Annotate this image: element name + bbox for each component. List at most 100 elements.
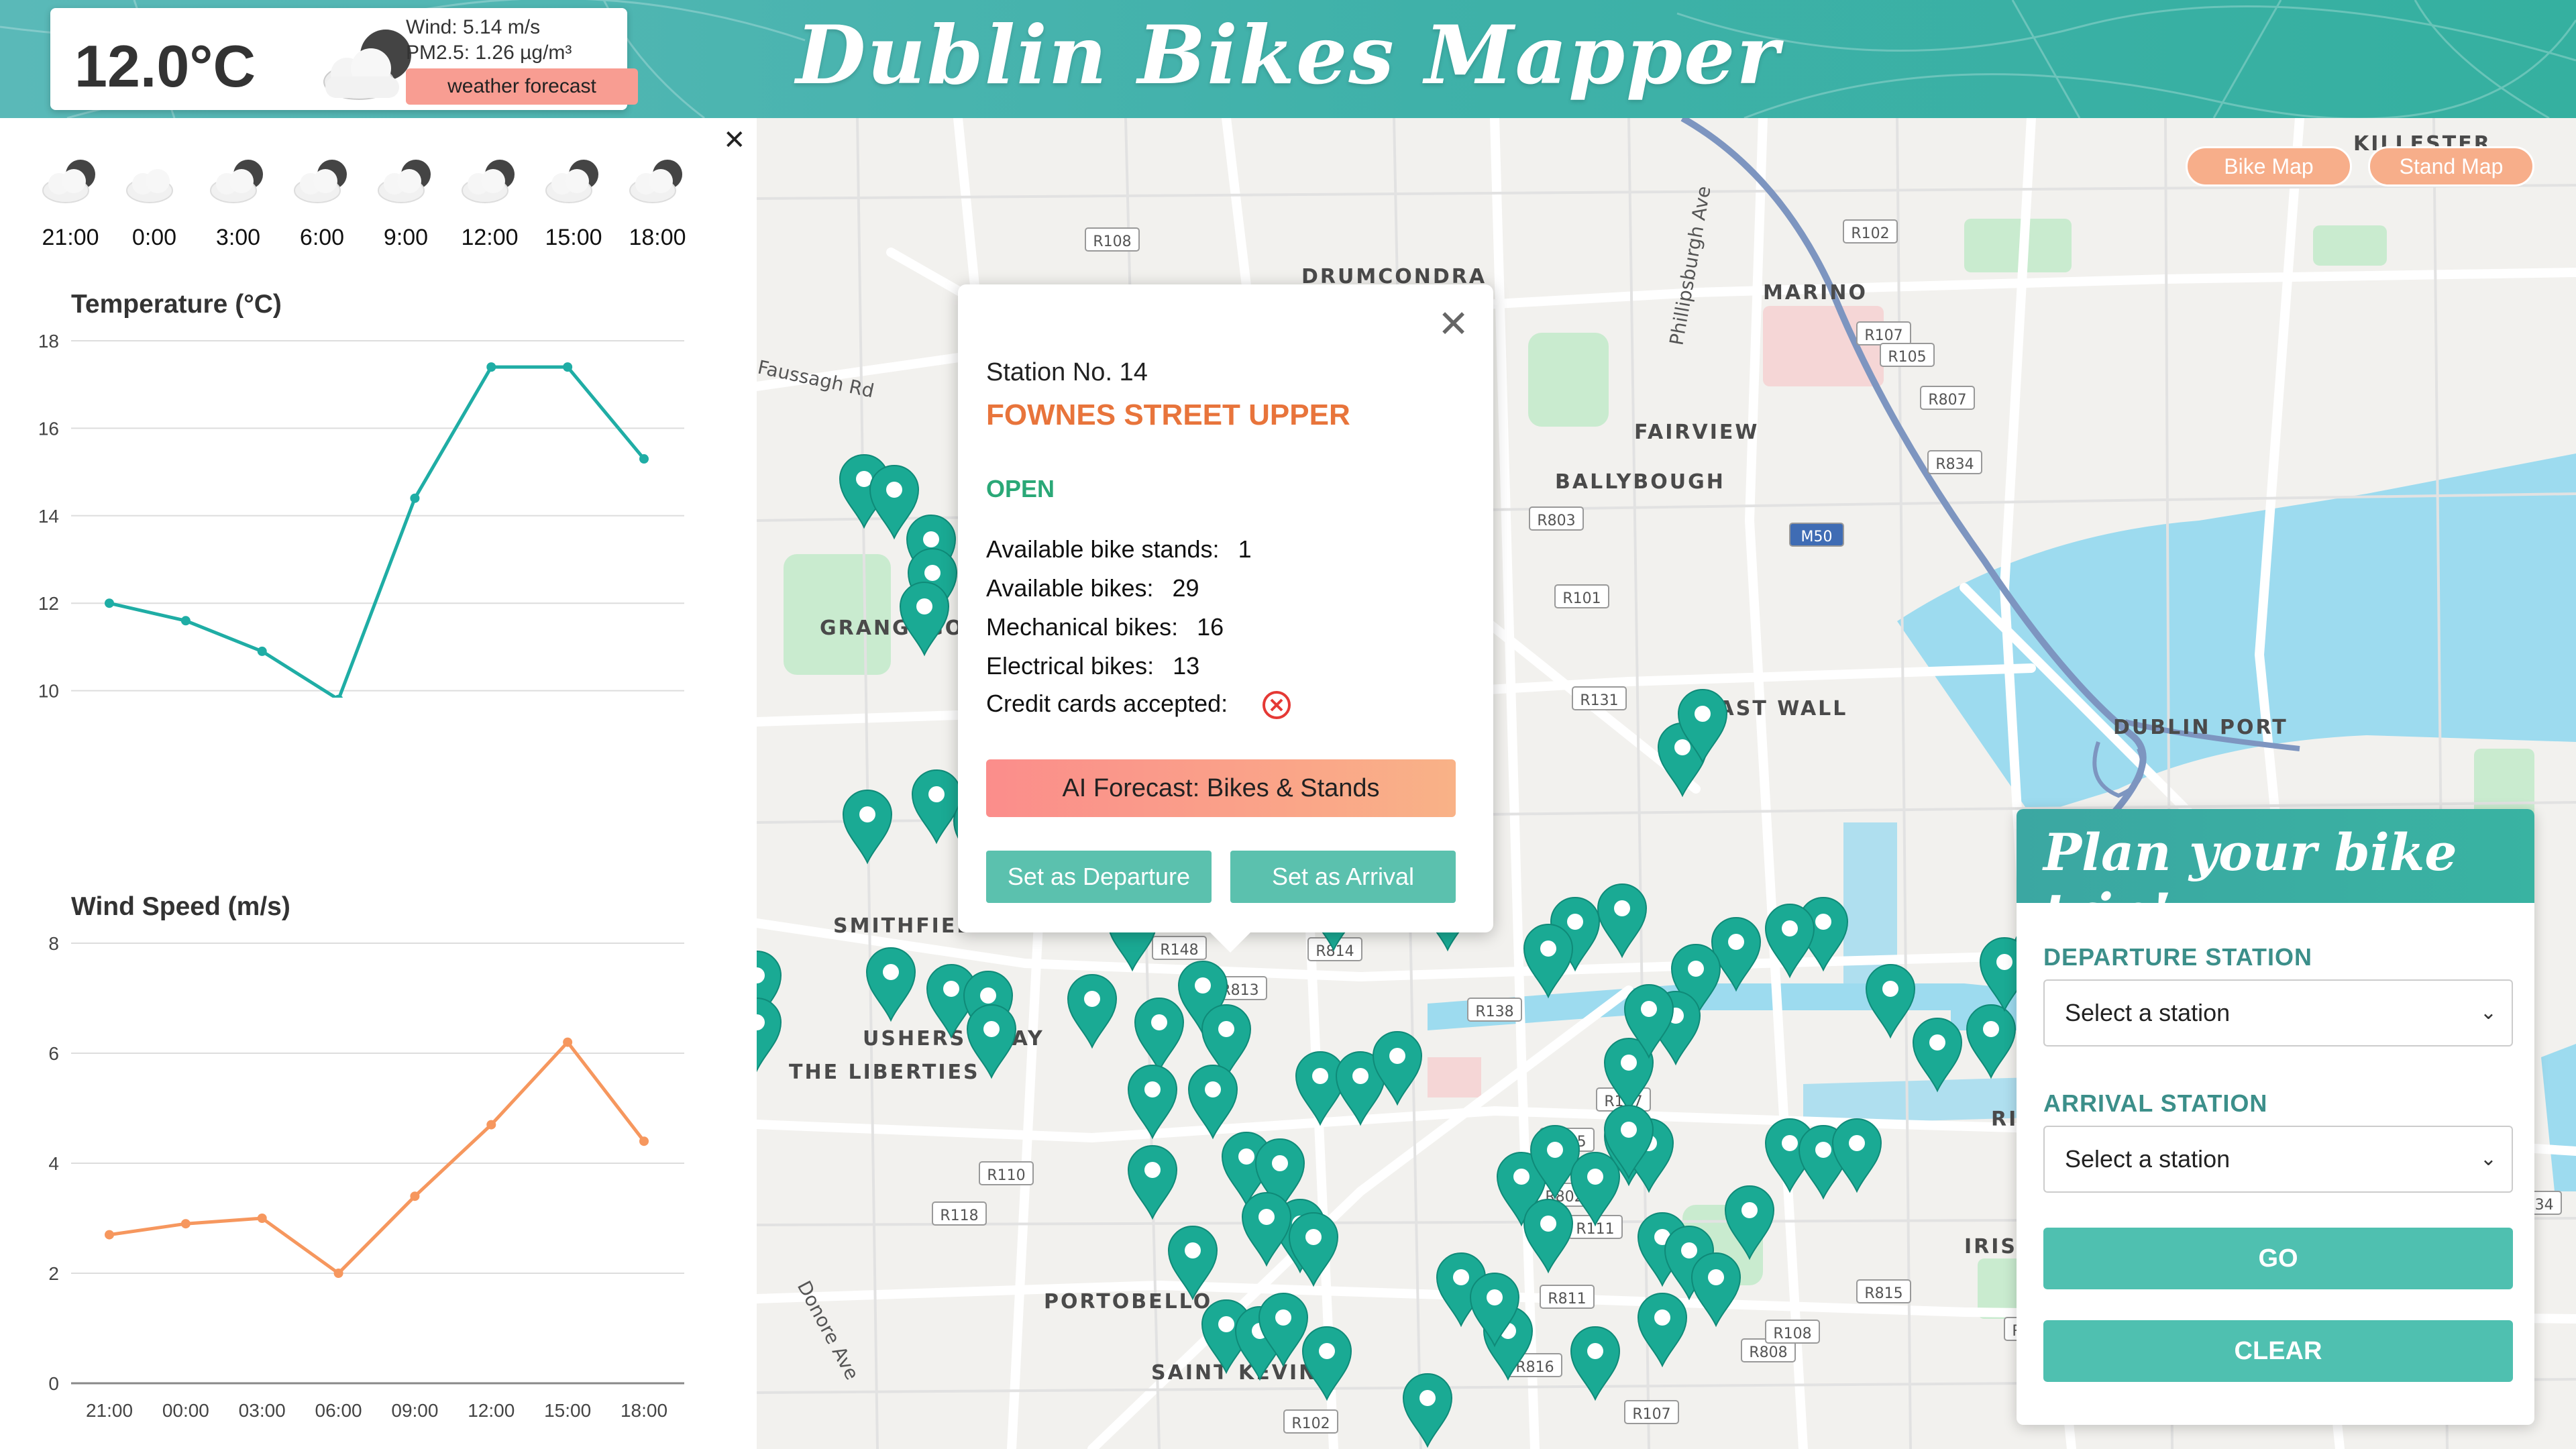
station-marker[interactable]: [1288, 1212, 1339, 1287]
y-tick-label: 14: [38, 506, 59, 527]
x-tick-label: 21:00: [86, 1400, 133, 1421]
set-arrival-button[interactable]: Set as Arrival: [1230, 851, 1456, 903]
data-point[interactable]: [563, 362, 573, 372]
departure-label: DEPARTURE STATION: [2043, 943, 2312, 971]
stand-map-toggle[interactable]: Stand Map: [2368, 146, 2534, 186]
info-row-mechanical: Mechanical bikes: 16: [986, 613, 1224, 641]
pm25-readout: PM2.5: 1.26 µg/m³: [406, 42, 572, 64]
station-marker[interactable]: [1301, 1326, 1352, 1401]
station-marker[interactable]: [1711, 917, 1762, 992]
ai-forecast-button[interactable]: AI Forecast: Bikes & Stands: [986, 759, 1456, 817]
row-label: Electrical bikes:: [986, 652, 1155, 680]
close-icon[interactable]: ✕: [1438, 302, 1469, 346]
data-point[interactable]: [333, 1269, 343, 1278]
y-tick-label: 10: [38, 681, 59, 698]
arrival-label: ARRIVAL STATION: [2043, 1089, 2268, 1117]
station-number: Station No. 14: [986, 358, 1148, 386]
x-tick-label: 09:00: [391, 1400, 438, 1421]
station-marker[interactable]: [1134, 998, 1185, 1073]
data-point[interactable]: [410, 1191, 420, 1201]
y-tick-label: 2: [48, 1263, 59, 1284]
row-label: Credit cards accepted:: [986, 690, 1228, 717]
station-marker[interactable]: [1523, 924, 1574, 999]
info-row-credit: Credit cards accepted:: [986, 690, 1292, 720]
x-tick-label: 00:00: [162, 1400, 209, 1421]
arrival-value: Select a station: [2065, 1145, 2231, 1173]
y-tick-label: 16: [38, 418, 59, 439]
weather-card: 12.0°C Wind: 5.14 m/s PM2.5: 1.26 µg/m³ …: [50, 8, 638, 110]
y-tick-label: 18: [38, 331, 59, 352]
data-point[interactable]: [486, 362, 496, 372]
trip-title: Plan your bike trip!: [2043, 822, 2457, 942]
series-line: [109, 365, 645, 698]
x-tick-label: 15:00: [544, 1400, 591, 1421]
station-name: FOWNES STREET UPPER: [986, 398, 1350, 431]
go-button[interactable]: GO: [2043, 1228, 2513, 1289]
temperature-chart: 1816141210821:0000:0003:0006:0009:0012:0…: [38, 331, 684, 698]
x-tick-label: 18:00: [621, 1400, 667, 1421]
y-tick-label: 4: [48, 1153, 59, 1174]
row-value: 1: [1238, 535, 1252, 563]
data-point[interactable]: [639, 454, 649, 464]
station-popup: ✕ Station No. 14 FOWNES STREET UPPER OPE…: [958, 284, 1493, 953]
station-marker[interactable]: [1597, 883, 1648, 959]
station-marker[interactable]: [899, 582, 950, 657]
x-tick-label: 06:00: [315, 1400, 362, 1421]
data-point[interactable]: [639, 1136, 649, 1146]
x-tick-label: 03:00: [239, 1400, 286, 1421]
station-marker[interactable]: [1637, 1293, 1688, 1368]
data-point[interactable]: [257, 646, 267, 656]
x-tick-label: 12:00: [468, 1400, 515, 1421]
station-marker[interactable]: [966, 1004, 1017, 1079]
station-marker[interactable]: [757, 998, 782, 1073]
station-marker[interactable]: [1067, 974, 1118, 1049]
station-marker[interactable]: [865, 947, 916, 1022]
station-marker[interactable]: [1764, 904, 1815, 979]
station-marker[interactable]: [911, 769, 962, 845]
series-line: [109, 1039, 645, 1276]
info-row-stands: Available bike stands: 1: [986, 535, 1252, 564]
station-marker[interactable]: [1127, 1145, 1178, 1220]
data-point[interactable]: [180, 616, 191, 626]
station-marker[interactable]: [1831, 1118, 1882, 1193]
row-value: 16: [1197, 613, 1224, 641]
station-marker[interactable]: [1295, 1051, 1346, 1126]
station-marker[interactable]: [1690, 1252, 1741, 1328]
info-row-bikes: Available bikes: 29: [986, 574, 1199, 602]
clear-button[interactable]: CLEAR: [2043, 1320, 2513, 1382]
weather-forecast-button[interactable]: weather forecast: [406, 68, 638, 105]
arrival-select[interactable]: Select a station ⌄: [2043, 1126, 2513, 1193]
data-point[interactable]: [105, 598, 114, 608]
station-marker[interactable]: [1167, 1226, 1218, 1301]
data-point[interactable]: [563, 1037, 573, 1047]
station-status: OPEN: [986, 475, 1055, 502]
station-marker[interactable]: [1402, 1373, 1453, 1448]
data-point[interactable]: [486, 1120, 496, 1130]
station-marker[interactable]: [1865, 964, 1916, 1039]
station-marker[interactable]: [1127, 1065, 1178, 1140]
data-point[interactable]: [105, 1230, 114, 1240]
y-tick-label: 12: [38, 593, 59, 614]
station-marker[interactable]: [1912, 1018, 1963, 1093]
wind-readout: Wind: 5.14 m/s: [406, 16, 541, 38]
station-marker[interactable]: [842, 790, 893, 865]
row-value: 13: [1173, 652, 1200, 680]
station-marker[interactable]: [1966, 1004, 2017, 1079]
station-marker[interactable]: [1724, 1185, 1775, 1260]
departure-select[interactable]: Select a station ⌄: [2043, 979, 2513, 1046]
app-header: Dublin Bikes Mapper 12.0°C Wind: 5.14 m/…: [0, 0, 2576, 118]
station-marker[interactable]: [1523, 1199, 1574, 1274]
data-point[interactable]: [257, 1214, 267, 1223]
set-departure-button[interactable]: Set as Departure: [986, 851, 1212, 903]
bike-map-toggle[interactable]: Bike Map: [2186, 146, 2352, 186]
row-label: Available bike stands:: [986, 535, 1220, 563]
data-point[interactable]: [180, 1219, 191, 1229]
station-marker[interactable]: [1241, 1192, 1292, 1267]
trip-header: Plan your bike trip!: [2017, 809, 2534, 942]
data-point[interactable]: [410, 493, 420, 503]
station-marker[interactable]: [1570, 1326, 1621, 1401]
station-marker[interactable]: [1570, 1152, 1621, 1227]
station-marker[interactable]: [1187, 1065, 1238, 1140]
departure-value: Select a station: [2065, 999, 2231, 1026]
close-sidebar-icon[interactable]: ✕: [723, 125, 746, 156]
